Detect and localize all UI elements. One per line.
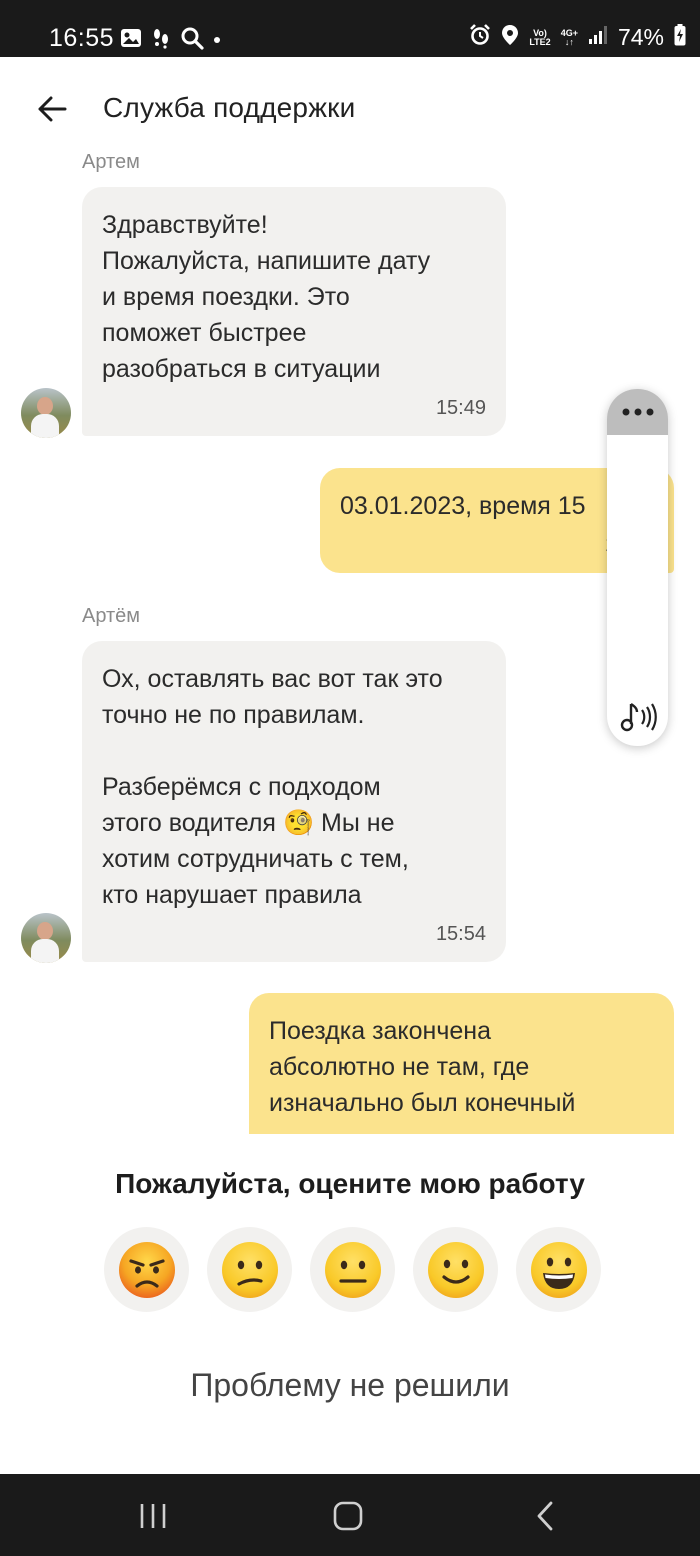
battery-percent: 74%: [617, 24, 664, 50]
battery-charging-icon: [674, 24, 686, 51]
home-icon: [333, 1501, 363, 1531]
rate-angry-button[interactable]: [104, 1227, 189, 1312]
music-sound-button[interactable]: [619, 700, 657, 734]
chevron-left-icon: [537, 1501, 553, 1531]
message-text: Ох, оставлять вас вот так это точно не п…: [102, 661, 486, 913]
status-bar: 16:55 Vo) LTE2 4G+ ↓↑ 74%: [0, 0, 700, 57]
rating-options: [104, 1227, 601, 1312]
sender-name: Артем: [82, 151, 140, 173]
alarm-icon: [469, 24, 491, 51]
rate-neutral-button[interactable]: [310, 1227, 395, 1312]
more-horizontal-icon: [622, 408, 653, 416]
angry-face-icon: [118, 1241, 175, 1298]
rate-confused-button[interactable]: [207, 1227, 292, 1312]
message-text: Здравствуйте! Пожалуйста, напишите дату …: [102, 211, 431, 383]
outgoing-message: Поездка закончена абсолютно не там, где …: [249, 993, 674, 1134]
monocle-emoji: 🧐: [282, 809, 315, 837]
signal-icon: [588, 25, 608, 50]
arrow-back-icon: [38, 96, 67, 122]
location-icon: [501, 24, 519, 51]
neutral-face-icon: [324, 1241, 381, 1298]
recent-apps-icon: [140, 1504, 166, 1528]
status-right-icons: Vo) LTE2 4G+ ↓↑ 74%: [469, 24, 686, 51]
grinning-face-icon: [530, 1241, 587, 1298]
message-text: Поездка закончена абсолютно не там, где …: [269, 1017, 576, 1117]
rating-title: Пожалуйста, оцените мою работу: [115, 1168, 585, 1199]
search-icon: [180, 26, 204, 55]
recent-apps-button[interactable]: [128, 1494, 178, 1538]
sender-name: Артём: [82, 605, 141, 627]
smile-face-icon: [427, 1241, 484, 1298]
incoming-message: Ох, оставлять вас вот так это точно не п…: [82, 641, 506, 962]
page-title: Служба поддержки: [103, 92, 356, 123]
steps-icon: [150, 27, 172, 54]
more-dot-icon: [212, 32, 222, 50]
rate-happy-button[interactable]: [516, 1227, 601, 1312]
gallery-icon: [120, 28, 142, 53]
confused-face-icon: [221, 1241, 278, 1298]
nav-back-button[interactable]: [520, 1494, 570, 1538]
music-note-sound-icon: [620, 703, 657, 732]
problem-not-solved-button[interactable]: Проблему не решили: [0, 1367, 700, 1404]
floating-side-panel[interactable]: [607, 389, 668, 746]
system-nav-bar: [0, 1474, 700, 1556]
message-time: 15:49: [435, 397, 486, 419]
home-button[interactable]: [323, 1494, 373, 1538]
data-type-icon: 4G+ ↓↑: [561, 28, 578, 47]
back-button[interactable]: [30, 87, 74, 131]
volte-icon: Vo) LTE2: [529, 28, 551, 47]
avatar[interactable]: [21, 388, 71, 438]
lte-label: LTE2: [529, 36, 551, 47]
incoming-message: Здравствуйте! Пожалуйста, напишите дату …: [82, 187, 506, 436]
rate-smile-button[interactable]: [413, 1227, 498, 1312]
data-arrows-icon: ↓↑: [564, 36, 574, 47]
status-left-icons: [120, 26, 222, 55]
avatar[interactable]: [21, 913, 71, 963]
chat-list[interactable]: Артем Здравствуйте! Пожалуйста, напишите…: [0, 145, 700, 1134]
app-header: Служба поддержки: [0, 57, 700, 157]
message-time: 15:54: [435, 923, 486, 945]
status-time: 16:55: [49, 24, 115, 52]
